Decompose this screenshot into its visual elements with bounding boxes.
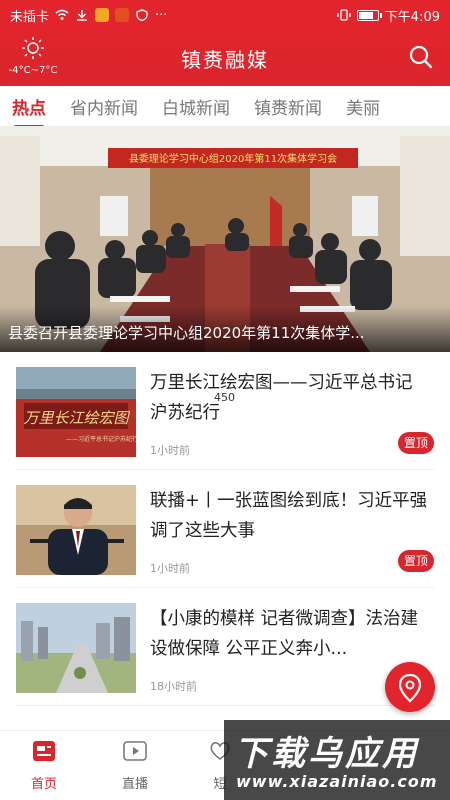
battery-icon [356, 9, 382, 21]
article-thumbnail: 万里长江绘宏图 ——习近平总书记沪苏纪行 [16, 367, 136, 457]
app-notification-icon [95, 8, 110, 22]
article-time: 1小时前 [150, 444, 190, 457]
app-title: 镇赉融媒 [181, 48, 269, 72]
vibrate-icon [337, 9, 351, 21]
nav-live[interactable]: 直播 [105, 739, 165, 792]
pinned-badge: 置顶 [397, 550, 434, 572]
status-time: 下午4:09 [384, 9, 440, 25]
top-banner[interactable]: 县委理论学习中心组2020年第11次集体学习会 县委召开县委理论学习中心组202… [0, 126, 450, 352]
article-title: 联播+丨一张蓝图绘到底！习近平强调了这些大事 [150, 491, 428, 541]
category-tabs: 热点 省内新闻 白城新闻 镇赉新闻 美丽 [0, 86, 450, 126]
more-icon: ··· [155, 7, 168, 23]
tab-zhenlai-news[interactable]: 镇赉新闻 [242, 94, 334, 119]
shield-icon [136, 9, 148, 21]
video-icon [123, 741, 147, 761]
list-item[interactable]: 联播+丨一张蓝图绘到底！习近平强调了这些大事 1小时前 置顶 [16, 470, 434, 588]
tab-beautiful[interactable]: 美丽 [334, 94, 392, 119]
watermark-url: www.xiazainiao.com [236, 772, 438, 791]
app-notification-icon-2 [115, 8, 130, 22]
wifi-icon [55, 9, 69, 20]
pinned-badge: 置顶 [397, 432, 434, 454]
tab-hot[interactable]: 热点 [0, 94, 58, 126]
article-thumbnail [16, 603, 136, 693]
banner-board-text: 县委理论学习中心组2020年第11次集体学习会 [129, 152, 337, 165]
nav-live-label: 直播 [121, 777, 148, 792]
article-title: 【小康的模样 记者微调查】法治建设做保障 公平正义奔小... [150, 609, 419, 659]
nav-home[interactable]: 首页 [14, 739, 74, 792]
article-thumbnail [16, 485, 136, 575]
tab-province-news[interactable]: 省内新闻 [58, 94, 150, 119]
overlay-number: 450 [214, 391, 235, 404]
status-bar: 未插卡 ··· 下午4:09 [0, 0, 450, 30]
watermark-title: 下载乌应用 [234, 734, 419, 774]
nav-home-label: 首页 [30, 777, 57, 792]
article-time: 1小时前 [150, 562, 190, 575]
article-time: 18小时前 [150, 680, 197, 693]
search-icon[interactable] [408, 44, 434, 70]
tab-baicheng-news[interactable]: 白城新闻 [150, 94, 242, 119]
battery-level [358, 11, 374, 19]
download-icon [77, 10, 88, 21]
banner-caption: 县委召开县委理论学习中心组2020年第11次集体学... [0, 306, 450, 352]
thumbnail-subtitle-text: ——习近平总书记沪苏纪行 [66, 435, 136, 443]
thumbnail-title-text: 万里长江绘宏图 [23, 409, 130, 427]
article-title: 万里长江绘宏图——习近平总书记沪苏纪行 [150, 373, 413, 423]
news-icon [33, 741, 55, 761]
app-header: -4°C~7°C 镇赉融媒 [0, 30, 450, 86]
carrier-label: 未插卡 [10, 9, 50, 25]
watermark: 下载乌应用 www.xiazainiao.com [224, 720, 450, 800]
location-button[interactable] [385, 662, 435, 712]
list-item[interactable]: 万里长江绘宏图 ——习近平总书记沪苏纪行 万里长江绘宏图——习近平总书记沪苏纪行… [16, 352, 434, 470]
list-item[interactable]: 【小康的模样 记者微调查】法治建设做保障 公平正义奔小... 18小时前 [16, 588, 434, 706]
location-pin-icon [398, 673, 422, 703]
